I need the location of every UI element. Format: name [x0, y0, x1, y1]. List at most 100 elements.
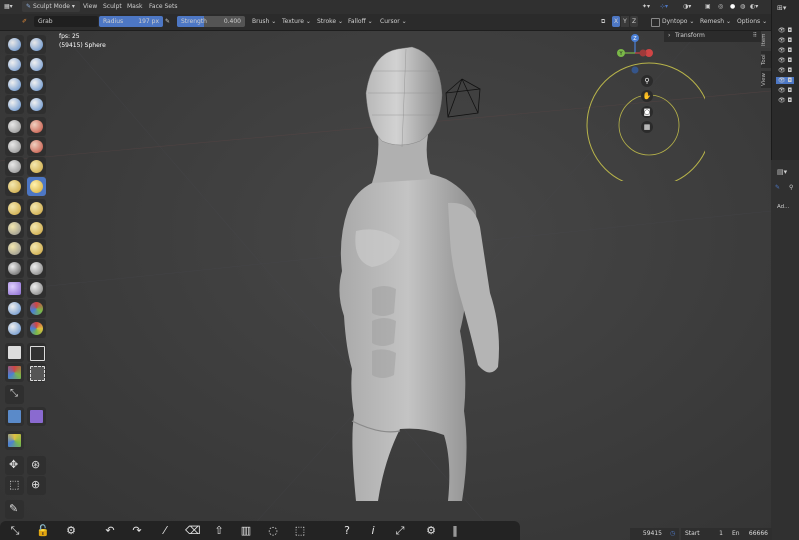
tool-elastic-deform[interactable]: [5, 199, 24, 218]
tool-draw[interactable]: [5, 35, 24, 54]
dyntopo-checkbox[interactable]: [651, 18, 660, 27]
sculpt-figure[interactable]: [339, 46, 499, 501]
tool-multiplane-scrape[interactable]: [27, 157, 46, 176]
cursor-menu[interactable]: Cursor ⌄: [380, 16, 407, 27]
tool-nudge[interactable]: [5, 239, 24, 258]
options-menu[interactable]: Options ⌄: [737, 16, 767, 27]
tool-simplify[interactable]: [27, 279, 46, 298]
radius-field[interactable]: Radius 197 px: [99, 16, 163, 27]
tool-boundary[interactable]: [27, 259, 46, 278]
visibility-eye-icon-1[interactable]: 👁 ◘: [778, 27, 792, 34]
tool-pose[interactable]: [27, 219, 46, 238]
perspective-grid-icon[interactable]: ▦: [641, 121, 653, 133]
tool-clay[interactable]: [5, 55, 24, 74]
camera-view-icon[interactable]: ◙: [641, 106, 653, 118]
visibility-eye-icon-3[interactable]: 👁 ◘: [778, 47, 792, 54]
brush-stroke-icon[interactable]: ⁄: [158, 524, 172, 538]
visibility-eye-icon-6[interactable]: 👁 ◘: [776, 77, 795, 84]
lock-icon[interactable]: 🔓: [36, 524, 50, 538]
tool-scrape[interactable]: [5, 157, 24, 176]
texture-menu[interactable]: Texture ⌄: [282, 16, 311, 27]
pressure-icon[interactable]: ✎: [165, 16, 170, 27]
tool-mesh-filter[interactable]: [5, 407, 24, 426]
preferences-gear-icon[interactable]: ⚙: [424, 524, 438, 538]
shading-wireframe-icon[interactable]: ◎: [718, 1, 723, 12]
tool-scale[interactable]: ⬚: [5, 476, 24, 495]
tool-transform[interactable]: ⊕: [27, 476, 46, 495]
redo-icon[interactable]: ↷: [130, 524, 144, 538]
upload-icon[interactable]: ⇧: [212, 524, 226, 538]
box-select-icon[interactable]: ⬚: [293, 524, 307, 538]
tab-item[interactable]: Item: [761, 31, 771, 48]
zoom-icon[interactable]: ⚲: [641, 75, 653, 87]
camera-object[interactable]: [445, 78, 481, 118]
dyntopo-menu[interactable]: Dyntopo ⌄: [662, 16, 694, 27]
tool-layer[interactable]: [27, 75, 46, 94]
settings-gear-icon[interactable]: ⚙: [64, 524, 78, 538]
fullscreen-icon[interactable]: ⤢: [393, 524, 407, 538]
tool-edit-face-set[interactable]: [5, 431, 24, 450]
pan-hand-icon[interactable]: ✋: [641, 90, 653, 102]
lasso-icon[interactable]: ◌: [266, 524, 280, 538]
line-tool-icon[interactable]: ⤡: [8, 524, 22, 538]
brush-name-field[interactable]: Grab: [34, 16, 98, 27]
tool-fill[interactable]: [27, 137, 46, 156]
properties-editor-icon[interactable]: ▤▾: [777, 168, 787, 176]
tool-blob[interactable]: [27, 95, 46, 114]
tool-rotate-transform[interactable]: ⊛: [27, 456, 46, 475]
tool-clay-strips[interactable]: [27, 55, 46, 74]
tool-flatten[interactable]: [5, 137, 24, 156]
eraser-icon[interactable]: ⌫: [185, 524, 201, 538]
gizmo-neg-z-axis[interactable]: [631, 66, 639, 74]
tool-cloth[interactable]: [5, 279, 24, 298]
playback-icon[interactable]: ◷: [666, 528, 680, 540]
transform-orientation-icon[interactable]: ✦▾: [642, 1, 650, 12]
tool-inflate[interactable]: [5, 95, 24, 114]
panel-grip-icon[interactable]: ⠿: [753, 32, 757, 39]
mirror-y-button[interactable]: Y: [621, 16, 629, 27]
pause-icon[interactable]: ‖: [448, 524, 462, 538]
stroke-menu[interactable]: Stroke ⌄: [317, 16, 343, 27]
tab-view[interactable]: View: [761, 71, 771, 88]
tool-clay-thumb[interactable]: [5, 75, 24, 94]
tool-draw-sharp[interactable]: [27, 35, 46, 54]
tool-rotate[interactable]: [27, 239, 46, 258]
menu-face-sets[interactable]: Face Sets: [149, 1, 177, 12]
menu-mask[interactable]: Mask: [127, 1, 142, 12]
tool-annotate[interactable]: ✎: [5, 500, 24, 519]
mirror-icon[interactable]: ⧉: [601, 16, 605, 27]
tool-box-mask[interactable]: [5, 343, 24, 362]
start-frame-field[interactable]: Start 1: [681, 528, 729, 540]
brush-icon[interactable]: ✐: [22, 16, 27, 27]
visibility-eye-icon-7[interactable]: 👁 ◘: [778, 87, 792, 94]
shading-material-icon[interactable]: ◍: [740, 1, 745, 12]
undo-icon[interactable]: ↶: [103, 524, 117, 538]
tool-cloth-filter[interactable]: [27, 407, 46, 426]
gizmo-neg-x-axis[interactable]: [639, 49, 647, 57]
tool-line-project[interactable]: ⤡: [5, 385, 24, 404]
tool-pinch[interactable]: [5, 177, 24, 196]
falloff-menu[interactable]: Falloff ⌄: [348, 16, 373, 27]
help-icon[interactable]: ?: [340, 524, 354, 538]
tool-thumb[interactable]: [5, 219, 24, 238]
gizmo-toggle-icon[interactable]: ⊹▾: [660, 1, 668, 12]
expand-arrow-icon[interactable]: ›: [668, 32, 670, 39]
mode-dropdown[interactable]: ✎ Sculpt Mode ▾: [22, 1, 80, 12]
tool-paint[interactable]: [27, 319, 46, 338]
end-frame-field[interactable]: En 66666: [728, 528, 772, 540]
tool-crease[interactable]: [5, 117, 24, 136]
editor-type-button[interactable]: ▦▾: [4, 1, 18, 12]
tool-slide-relax[interactable]: [5, 259, 24, 278]
overlay-toggle-icon[interactable]: ◑▾: [683, 1, 691, 12]
properties-tab-icon[interactable]: ✎: [775, 184, 780, 191]
tool-smooth[interactable]: [27, 117, 46, 136]
properties-add-label[interactable]: Ad...: [777, 204, 789, 210]
tool-multires-displacement[interactable]: [5, 319, 24, 338]
tool-box-face-set[interactable]: [5, 363, 24, 382]
menu-sculpt[interactable]: Sculpt: [103, 1, 122, 12]
tool-draw-face-sets[interactable]: [27, 299, 46, 318]
brush-menu[interactable]: Brush ⌄: [252, 16, 276, 27]
remesh-menu[interactable]: Remesh ⌄: [700, 16, 731, 27]
tool-box-hide[interactable]: [27, 343, 46, 362]
xray-toggle-icon[interactable]: ▣: [705, 1, 711, 12]
